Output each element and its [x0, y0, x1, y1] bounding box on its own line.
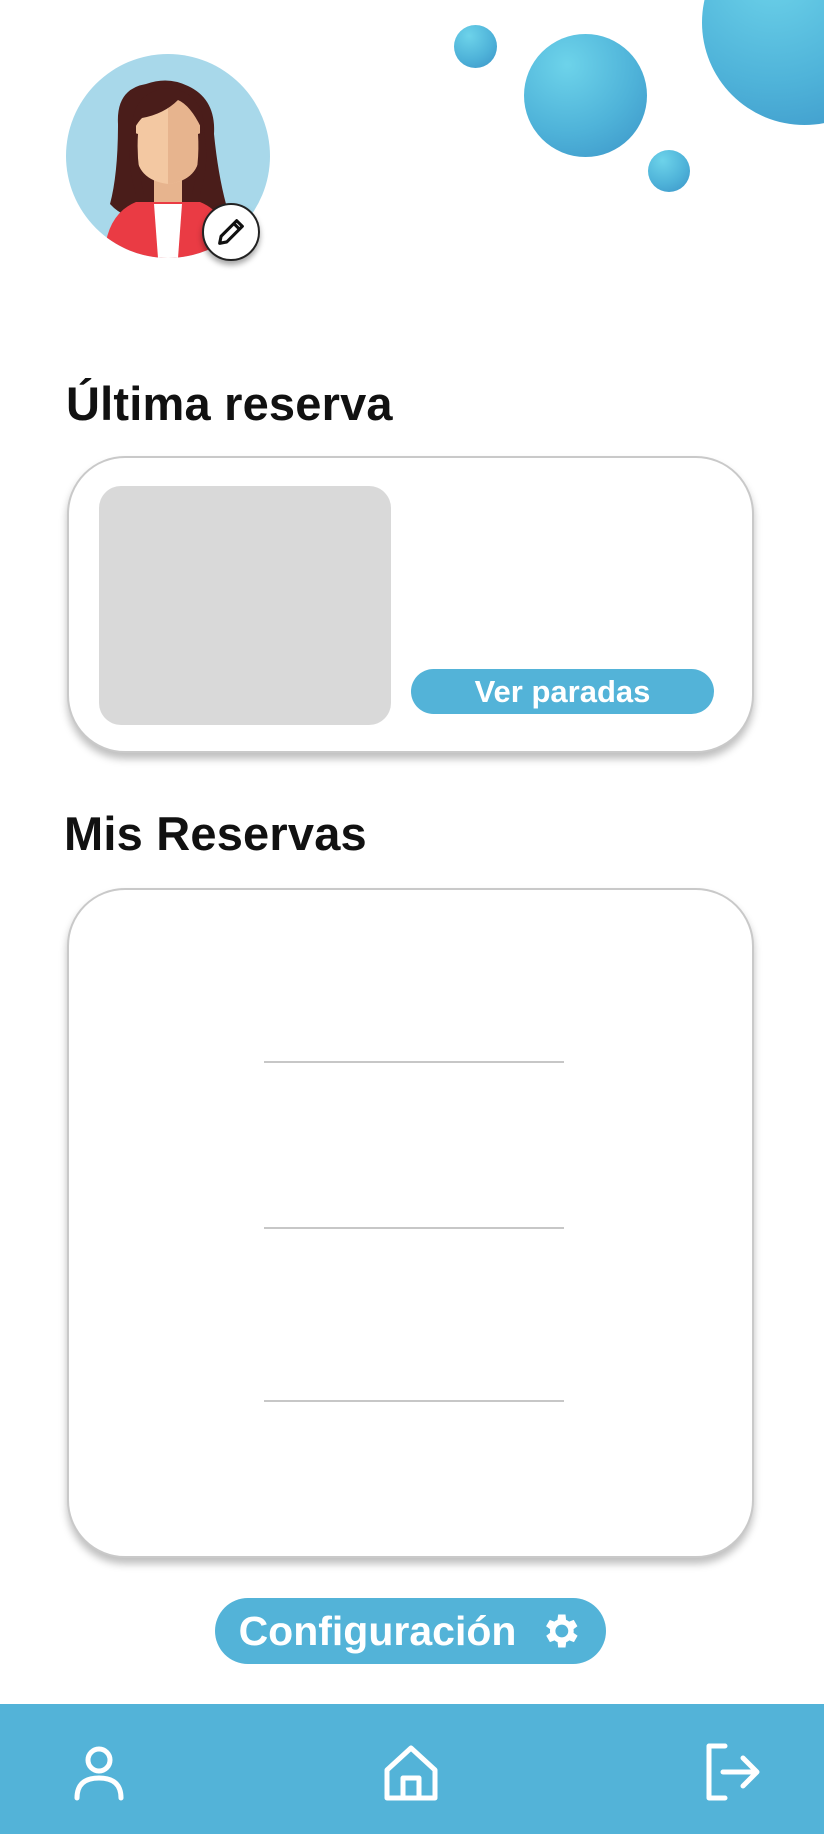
gear-icon	[546, 1614, 579, 1648]
settings-label: Configuración	[238, 1607, 517, 1654]
decorative-bubble	[702, 0, 824, 125]
view-stops-button[interactable]: Ver paradas	[411, 669, 714, 714]
logout-icon[interactable]	[699, 1740, 763, 1804]
home-icon[interactable]	[379, 1740, 443, 1804]
bottom-navigation	[0, 1704, 824, 1834]
decorative-bubble	[648, 150, 690, 192]
booking-image-placeholder	[99, 486, 391, 725]
last-booking-card[interactable]: Ver paradas	[67, 456, 754, 753]
edit-avatar-button[interactable]	[202, 203, 260, 261]
last-booking-title: Última reserva	[66, 377, 393, 430]
user-icon[interactable]	[67, 1740, 131, 1804]
list-divider	[264, 1227, 564, 1229]
decorative-bubble	[524, 34, 647, 157]
profile-screen: Última reserva Ver paradas Mis Reservas …	[0, 0, 824, 1834]
decorative-bubble	[454, 25, 497, 68]
list-divider	[264, 1400, 564, 1402]
pencil-icon	[218, 219, 244, 245]
my-bookings-title: Mis Reservas	[64, 807, 367, 860]
list-divider	[264, 1061, 564, 1063]
settings-button[interactable]: Configuración	[215, 1598, 606, 1664]
my-bookings-list	[67, 888, 754, 1558]
